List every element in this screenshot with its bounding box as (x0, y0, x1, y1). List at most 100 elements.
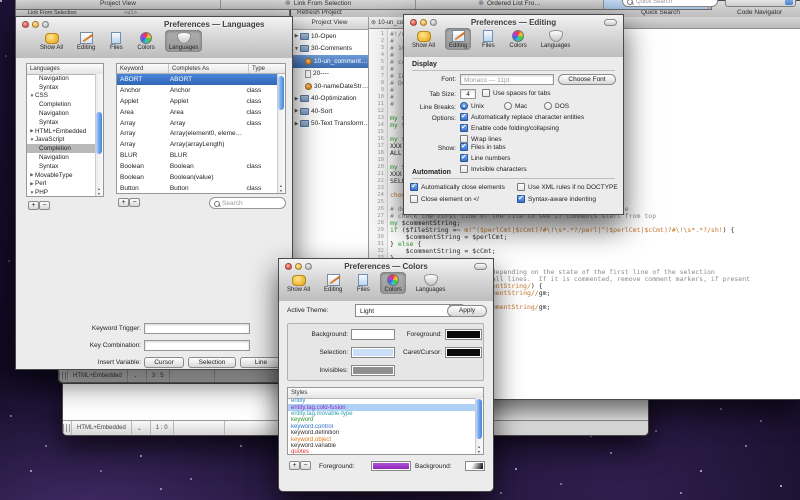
toolbar-item-colors[interactable]: Colors (133, 30, 158, 52)
language-list-item[interactable]: Syntax (27, 162, 96, 171)
toolbar-item-show-all[interactable]: Show All (408, 29, 439, 50)
scrollbar-thumb[interactable] (96, 112, 102, 154)
insert-selection-button[interactable]: Selection (188, 357, 236, 368)
scrollbar-thumb[interactable] (476, 399, 482, 439)
language-list-item[interactable]: Navigation (27, 153, 96, 162)
toolbar-toggle-pill[interactable] (604, 19, 617, 26)
dos-radio[interactable] (544, 102, 552, 110)
checkbox-row[interactable]: Automatically close elements (410, 183, 517, 191)
project-tree-item[interactable]: ▼30-Comments (291, 43, 368, 56)
keyword-table-row[interactable]: ABORTABORT (117, 74, 278, 85)
resize-grip[interactable] (63, 421, 72, 435)
toolbar-item-editing[interactable]: Editing (445, 28, 471, 50)
remove-keyword-button[interactable]: − (129, 198, 140, 207)
background-swatch[interactable] (351, 329, 395, 340)
checkbox-row[interactable]: Invisible characters (460, 165, 527, 173)
strip-tab-project-view[interactable]: Project View (16, 0, 221, 9)
zoom-button[interactable] (42, 21, 49, 28)
disclosure-triangle-icon[interactable]: ▶ (293, 108, 300, 114)
toolbar-item-languages[interactable]: Languages (165, 30, 203, 52)
mac-radio[interactable] (504, 102, 512, 110)
project-sidebar-header[interactable]: Project View (291, 17, 368, 30)
scrollbar-arrows[interactable]: ▲▼ (278, 184, 284, 193)
language-list-item[interactable]: ▶MovableType (27, 171, 96, 180)
language-list-item[interactable]: ▶Perl (27, 180, 96, 189)
use-spaces-checkbox[interactable] (482, 89, 490, 97)
selection-swatch[interactable] (351, 347, 395, 358)
language-list-item[interactable]: ▼JavaScript (27, 136, 96, 145)
toolbar-toggle-pill[interactable] (474, 263, 487, 270)
checkbox[interactable] (460, 154, 468, 162)
insert-cursor-button[interactable]: Cursor (144, 357, 184, 368)
keyword-trigger-input[interactable] (144, 323, 250, 334)
checkbox-row[interactable]: Syntax-aware indenting (517, 195, 617, 203)
tab-size-field[interactable]: 4 (460, 89, 476, 99)
toolbar-item-files[interactable]: Files (477, 28, 499, 50)
scrollbar-thumb[interactable] (278, 76, 284, 110)
checkbox-row[interactable]: Wrap lines (460, 135, 584, 143)
add-keyword-button[interactable]: + (118, 198, 129, 207)
tab-close-icon[interactable]: ⊗ (478, 1, 484, 7)
scrollbar-arrows[interactable]: ▲▼ (476, 445, 482, 454)
language-list-item[interactable]: Completion (27, 100, 96, 109)
remove-language-button[interactable]: − (39, 201, 50, 210)
keyword-table-row[interactable]: AreaAreaclass (117, 107, 278, 118)
keyword-table-row[interactable]: AnchorAnchorclass (117, 85, 278, 96)
checkbox[interactable] (517, 183, 525, 191)
tab-close-icon[interactable]: ⊗ (371, 19, 376, 26)
keyword-table-row[interactable]: ArrayArray(element0, eleme… (117, 128, 278, 139)
keyword-table-row[interactable]: AppletAppletclass (117, 96, 278, 107)
editing-titlebar[interactable]: Preferences — Editing Show AllEditingFil… (404, 15, 623, 58)
language-list-item[interactable]: ▶HTML+Embedded (27, 127, 96, 136)
keyword-search-input[interactable]: Search (209, 197, 286, 209)
project-tree-item[interactable]: 30-nameDateStr… (291, 80, 368, 93)
checkbox-row[interactable]: Line numbers (460, 154, 527, 162)
toolbar-item-colors[interactable]: Colors (380, 272, 405, 294)
style-list-item[interactable]: quotes (288, 449, 476, 454)
minimize-button[interactable] (420, 19, 427, 26)
keyword-table-row[interactable]: BooleanBooleanclass (117, 161, 278, 172)
toolbar-item-files[interactable]: Files (105, 30, 127, 52)
quick-search-input[interactable]: Quick Search (622, 0, 718, 7)
project-tree-item[interactable]: 20---- (291, 68, 368, 81)
radio-unix[interactable]: Unix (460, 102, 484, 110)
scrollbar-arrows[interactable]: ▲▼ (96, 187, 102, 196)
code-navigator-dropdown[interactable] (725, 0, 796, 7)
language-list-item[interactable]: ▼CSS (27, 92, 96, 101)
use-spaces-checkbox-row[interactable]: Use spaces for tabs (482, 89, 550, 97)
checkbox-row[interactable]: Files in tabs (460, 143, 527, 151)
add-style-button[interactable]: + (289, 461, 300, 470)
remove-style-button[interactable]: − (300, 461, 311, 470)
checkbox-row[interactable]: Automatically replace character entities (460, 113, 584, 121)
radio-mac[interactable]: Mac (504, 102, 527, 110)
style-foreground-swatch[interactable] (371, 461, 411, 471)
project-tree-item[interactable]: ▶40-Sort (291, 105, 368, 118)
minimize-button[interactable] (295, 263, 302, 270)
keyword-table-row[interactable]: ArrayArrayclass (117, 118, 278, 129)
language-list-item[interactable]: Navigation (27, 109, 96, 118)
project-tree-item[interactable]: ▶40-Optimization (291, 93, 368, 106)
font-field[interactable]: Monaco — 11pt (460, 74, 554, 85)
checkbox[interactable] (460, 113, 468, 121)
close-button[interactable] (285, 263, 292, 270)
checkbox-row[interactable]: Enable code folding/collapsing (460, 124, 584, 132)
language-list-item[interactable]: Navigation (27, 74, 96, 83)
unix-radio[interactable] (460, 102, 468, 110)
minimize-button[interactable] (32, 21, 39, 28)
zoom-button[interactable] (430, 19, 437, 26)
strip-tab-link-from-selection[interactable]: ⊗Link From Selection (221, 0, 416, 9)
disclosure-triangle-icon[interactable]: ▶ (293, 33, 300, 39)
tab-close-icon[interactable]: ⊗ (285, 1, 291, 7)
key-combination-input[interactable] (144, 340, 250, 351)
toolbar-item-colors[interactable]: Colors (505, 28, 530, 50)
checkbox[interactable] (410, 195, 418, 203)
popup-caret-icon[interactable] (128, 369, 147, 382)
checkbox[interactable] (460, 135, 468, 143)
disclosure-triangle-icon[interactable]: ▼ (293, 46, 300, 52)
toolbar-item-show-all[interactable]: Show All (283, 273, 314, 294)
strip-tab-ordered-list-fro-[interactable]: ⊗Ordered List Fro… (416, 0, 604, 9)
toolbar-item-languages[interactable]: Languages (537, 28, 575, 50)
project-tree-item[interactable]: ▶50-Text Transform… (291, 118, 368, 131)
colors-titlebar[interactable]: Preferences — Colors Show AllEditingFile… (279, 259, 493, 302)
language-list-item[interactable]: Syntax (27, 83, 96, 92)
